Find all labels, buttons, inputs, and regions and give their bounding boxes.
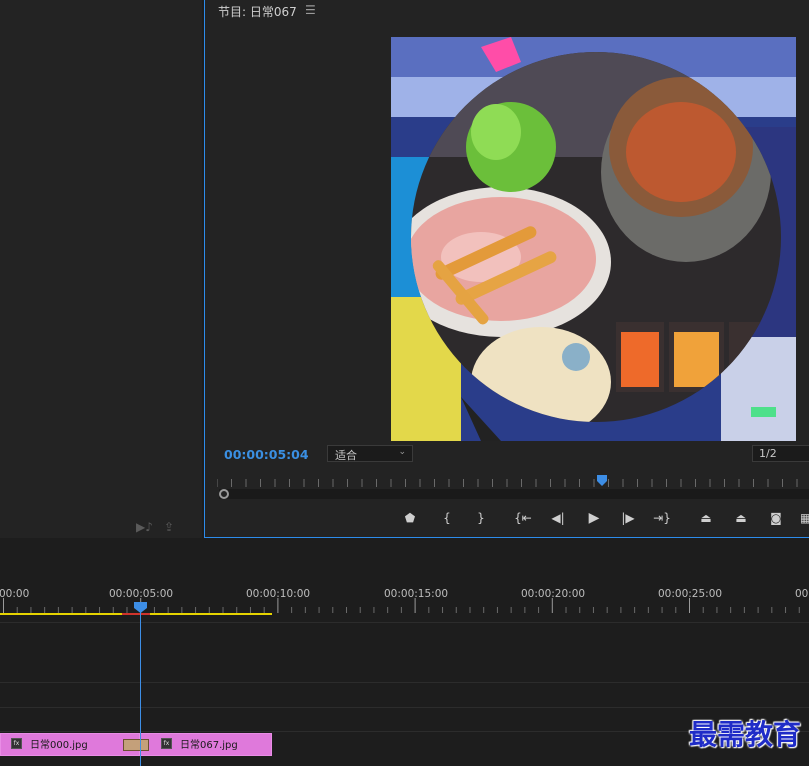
monitor-time-ruler[interactable] (217, 476, 809, 488)
clip-name: 日常000.jpg (30, 740, 88, 751)
zoom-fit-label: 适合 (335, 449, 357, 462)
playback-resolution-label: 1/2 (759, 447, 777, 460)
monitor-zoom-scrollbar[interactable] (219, 489, 809, 499)
mark-out-button[interactable]: } (475, 509, 487, 527)
track-divider (0, 731, 809, 732)
transition-effect[interactable] (123, 739, 149, 751)
video-frame-image (391, 37, 796, 441)
play-button[interactable]: ▶ (586, 509, 602, 527)
ruler-label: 00:00:20:00 (521, 588, 586, 600)
ruler-label: 00 (795, 588, 809, 600)
timeline-clip[interactable]: fx 日常000.jpg (0, 733, 140, 756)
chevron-down-icon: ⌄ (398, 447, 406, 457)
button-editor-icon[interactable]: ▦ (800, 509, 809, 527)
render-status-bar (122, 613, 150, 615)
playback-resolution-select[interactable]: 1/2 (752, 445, 809, 462)
ruler-label: 00:00:15:00 (384, 588, 449, 600)
program-monitor-panel: 节目: 日常067 ☰ 00:00:05:04 适合 ⌄ 1/2 ⬟ {} {… (204, 0, 809, 538)
export-frame-camera-icon[interactable]: ◙ (767, 509, 785, 527)
timeline-playhead-line (140, 603, 141, 766)
fx-badge: fx (161, 738, 172, 749)
track-divider (0, 682, 809, 683)
mark-in-button[interactable]: { (441, 509, 453, 527)
insert-audio-icon[interactable]: ▶♪ (136, 520, 153, 534)
step-back-button[interactable]: ◀| (550, 509, 566, 527)
ruler-label: 00:00:05:00 (109, 588, 174, 600)
lift-button[interactable]: ⏏ (695, 509, 717, 527)
scrollbar-handle[interactable] (219, 489, 229, 499)
ruler-label: 00:00:10:00 (246, 588, 311, 600)
export-icon[interactable]: ⇪ (164, 520, 174, 534)
source-panel: ▶♪ ⇪ (0, 0, 202, 538)
zoom-fit-select[interactable]: 适合 ⌄ (327, 445, 413, 462)
video-preview (391, 37, 796, 441)
extract-button[interactable]: ⏏ (730, 509, 752, 527)
go-to-out-button[interactable]: ⇥} (652, 509, 672, 527)
timeline-clip[interactable]: fx 日常067.jpg (140, 733, 272, 756)
monitor-playhead[interactable] (597, 475, 607, 486)
fx-badge: fx (11, 738, 22, 749)
ruler-label: 00:00:25:00 (658, 588, 723, 600)
playhead-timecode[interactable]: 00:00:05:04 (224, 447, 309, 462)
track-divider (0, 622, 809, 623)
timeline-playhead[interactable] (134, 602, 147, 613)
add-marker-button[interactable]: ⬟ (403, 509, 417, 527)
panel-title[interactable]: 节目: 日常067 (218, 3, 297, 20)
ruler-label: 00:00 (0, 588, 30, 600)
track-divider (0, 707, 809, 708)
step-forward-button[interactable]: |▶ (620, 509, 636, 527)
go-to-in-button[interactable]: {⇤ (513, 509, 533, 527)
clip-name: 日常067.jpg (180, 740, 238, 751)
hamburger-icon[interactable]: ☰ (305, 3, 316, 17)
watermark-logo: 最需教育 (688, 718, 801, 751)
